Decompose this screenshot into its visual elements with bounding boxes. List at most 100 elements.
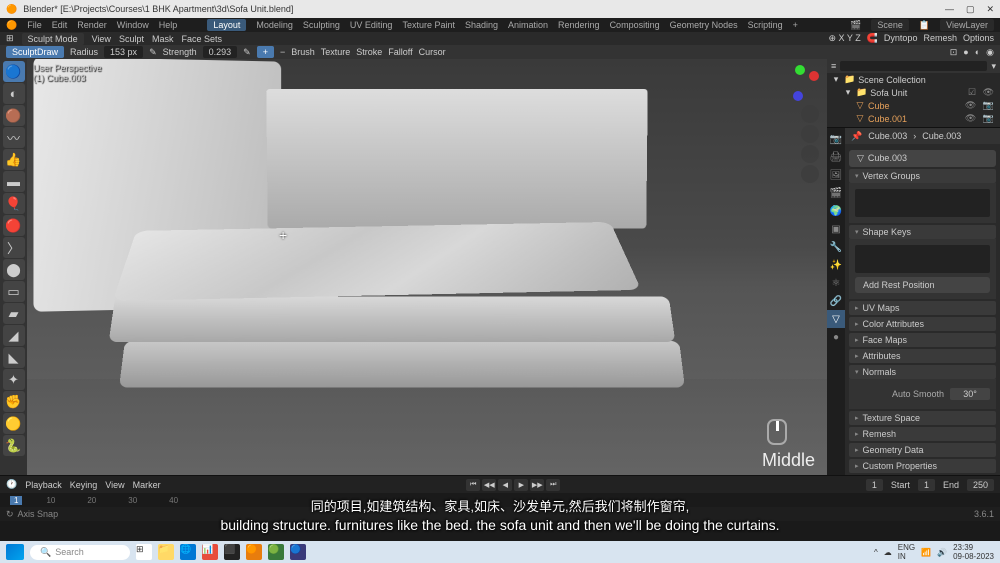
draw-sharp-tool[interactable]: ◐	[3, 83, 25, 104]
menu-file[interactable]: File	[27, 20, 42, 30]
mesh-data-tab[interactable]: ▽	[827, 310, 845, 328]
brush-menu[interactable]: Brush	[291, 47, 315, 57]
axis-y-icon[interactable]	[795, 65, 805, 75]
modifier-tab[interactable]: 🔧	[827, 238, 845, 256]
menu-render[interactable]: Render	[77, 20, 107, 30]
shading-rendered-icon[interactable]: ◉	[986, 47, 994, 58]
vertex-groups-panel[interactable]: ▾Vertex Groups	[849, 169, 996, 183]
language-indicator[interactable]: ENGIN	[898, 543, 915, 561]
fill-tool[interactable]: ▰	[3, 303, 25, 324]
scene-tab[interactable]: 🎬	[827, 184, 845, 202]
remesh-panel[interactable]: ▸Remesh	[849, 427, 996, 441]
close-button[interactable]: ✕	[986, 4, 994, 15]
pan-button[interactable]	[801, 125, 819, 143]
current-frame-field[interactable]: 1	[866, 479, 883, 491]
menu-edit[interactable]: Edit	[52, 20, 68, 30]
clock[interactable]: 23:3909-08-2023	[953, 543, 994, 561]
mesh-name-field[interactable]: Cube.003	[868, 153, 988, 164]
tray-chevron-icon[interactable]: ^	[874, 548, 878, 557]
pressure-radius-icon[interactable]: ✎	[149, 47, 157, 58]
end-frame-field[interactable]: 250	[967, 479, 994, 491]
view-menu[interactable]: View	[105, 480, 124, 490]
object-tab[interactable]: ▣	[827, 220, 845, 238]
timeline-type-icon[interactable]: 🕐	[6, 479, 17, 490]
blob-tool[interactable]: 🔴	[3, 215, 25, 236]
keyframe-prev-button[interactable]: ◀◀	[482, 479, 496, 491]
custom-properties-panel[interactable]: ▸Custom Properties	[849, 459, 996, 473]
workspace-tab[interactable]: Compositing	[610, 20, 660, 30]
camera-button[interactable]	[801, 145, 819, 163]
wifi-icon[interactable]: 📶	[921, 548, 931, 557]
blender-taskbar-icon[interactable]: 🟠	[246, 544, 262, 560]
3d-viewport[interactable]: + User Perspective (1) Cube.003 Middle	[27, 59, 827, 475]
workspace-tab[interactable]: Rendering	[558, 20, 600, 30]
workspace-tab[interactable]: UV Editing	[350, 20, 393, 30]
draw-brush-tool[interactable]: 🔵	[3, 61, 25, 82]
flatten-tool[interactable]: ▭	[3, 281, 25, 302]
material-tab[interactable]: ●	[827, 328, 845, 346]
outliner-type-icon[interactable]: ≡	[831, 61, 836, 71]
orientation-toggle[interactable]: ⊕ X Y Z	[828, 33, 860, 44]
menu-mask[interactable]: Mask	[152, 34, 174, 44]
outliner-row[interactable]: ▾📁Scene Collection	[827, 73, 1000, 86]
pin-icon[interactable]: 📌	[851, 131, 862, 142]
clay-thumb-tool[interactable]: 👍	[3, 149, 25, 170]
geometry-data-panel[interactable]: ▸Geometry Data	[849, 443, 996, 457]
scene-selector[interactable]: Scene	[871, 19, 909, 31]
menu-window[interactable]: Window	[117, 20, 149, 30]
editor-type-icon[interactable]: ⊞	[6, 33, 14, 44]
inflate-tool[interactable]: 🎈	[3, 193, 25, 214]
viewlayer-selector[interactable]: ViewLayer	[940, 19, 994, 31]
workspace-tab[interactable]: Shading	[465, 20, 498, 30]
breadcrumb-data[interactable]: Cube.003	[922, 131, 961, 141]
taskview-icon[interactable]: ⊞	[136, 544, 152, 560]
workspace-tab[interactable]: Geometry Nodes	[670, 20, 738, 30]
uv-maps-panel[interactable]: ▸UV Maps	[849, 301, 996, 315]
minimize-button[interactable]: —	[945, 4, 954, 15]
nav-gizmo[interactable]	[783, 65, 819, 101]
dyntopo-toggle[interactable]: Dyntopo	[884, 33, 918, 44]
mode-selector[interactable]: Sculpt Mode	[22, 33, 84, 45]
outliner-row[interactable]: ▽Cube.001👁 📷	[827, 112, 1000, 125]
direction-add-button[interactable]: +	[257, 46, 274, 58]
onedrive-icon[interactable]: ☁	[884, 548, 892, 557]
output-tab[interactable]: 🖨	[827, 148, 845, 166]
outliner-row[interactable]: ▽Cube👁 📷	[827, 99, 1000, 112]
maximize-button[interactable]: ▢	[966, 4, 975, 15]
start-button[interactable]	[6, 544, 24, 560]
clay-tool[interactable]: 🟤	[3, 105, 25, 126]
timeline-ruler[interactable]: 1 1 10 20 30 40	[0, 493, 1000, 507]
playback-menu[interactable]: Playback	[25, 480, 62, 490]
remesh-dropdown[interactable]: Remesh	[923, 33, 957, 44]
perspective-button[interactable]	[801, 165, 819, 183]
menu-facesets[interactable]: Face Sets	[181, 34, 222, 44]
falloff-menu[interactable]: Falloff	[388, 47, 412, 57]
app-icon[interactable]: 📊	[202, 544, 218, 560]
workspace-tab[interactable]: Sculpting	[303, 20, 340, 30]
keying-menu[interactable]: Keying	[70, 480, 98, 490]
filter-icon[interactable]: ▾	[991, 61, 996, 72]
world-tab[interactable]: 🌍	[827, 202, 845, 220]
strength-field[interactable]: 0.293	[203, 46, 238, 58]
face-maps-panel[interactable]: ▸Face Maps	[849, 333, 996, 347]
snap-toggle[interactable]: 🧲	[867, 33, 878, 44]
play-button[interactable]: ▶	[514, 479, 528, 491]
jump-end-button[interactable]: ⏭	[546, 479, 560, 491]
scrape-tool[interactable]: ◢	[3, 325, 25, 346]
render-tab[interactable]: 📷	[827, 130, 845, 148]
pinch-tool[interactable]: ✦	[3, 369, 25, 390]
add-workspace-button[interactable]: +	[793, 20, 798, 30]
crease-tool[interactable]: 〉	[3, 237, 25, 258]
pressure-strength-icon[interactable]: ✎	[243, 47, 251, 58]
add-rest-position-button[interactable]: Add Rest Position	[855, 277, 990, 293]
direction-sub-button[interactable]: −	[280, 47, 285, 57]
volume-icon[interactable]: 🔊	[937, 548, 947, 557]
elastic-tool[interactable]: 🟡	[3, 413, 25, 434]
axis-z-icon[interactable]	[793, 91, 803, 101]
smooth-tool[interactable]: ⬤	[3, 259, 25, 280]
radius-field[interactable]: 153 px	[104, 46, 143, 58]
shading-wireframe-icon[interactable]: ⊡	[950, 47, 958, 58]
clay-strips-tool[interactable]: 〰	[3, 127, 25, 148]
keyframe-next-button[interactable]: ▶▶	[530, 479, 544, 491]
color-attributes-panel[interactable]: ▸Color Attributes	[849, 317, 996, 331]
